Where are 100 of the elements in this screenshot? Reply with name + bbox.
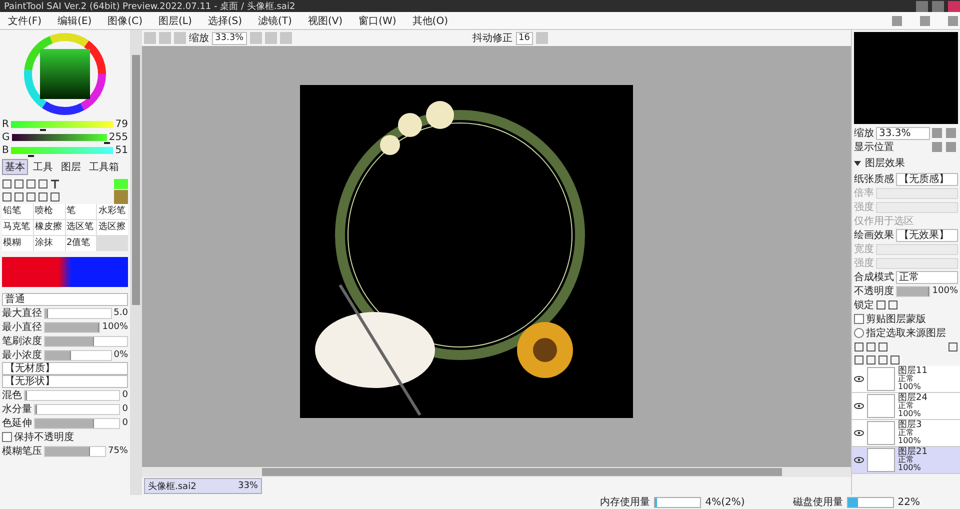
menu-item[interactable]: 编辑(E) (58, 14, 92, 28)
brush-tool[interactable]: 马克笔 (2, 220, 33, 235)
minimize-button[interactable] (892, 16, 902, 26)
blend-mode-dropdown[interactable]: 正常 (896, 270, 958, 284)
panel-tab[interactable]: 基本 (2, 159, 28, 175)
color-slider[interactable] (10, 121, 114, 128)
checkbox[interactable] (854, 328, 864, 338)
setting-slider[interactable] (44, 350, 112, 360)
zoom-in-button[interactable] (264, 32, 277, 44)
menu-item[interactable]: 窗口(W) (358, 14, 396, 28)
close-button[interactable] (948, 0, 960, 12)
section-title[interactable]: 图层效果 (863, 154, 907, 172)
setting-label: 强度 (854, 256, 874, 270)
brush-tool[interactable]: 2值笔 (66, 236, 96, 251)
zoom-field[interactable]: 33.3% (876, 126, 930, 140)
layer-row[interactable]: 图层21 正常 100% (852, 447, 960, 474)
menu-item[interactable]: 图层(L) (158, 14, 192, 28)
color-slider[interactable] (12, 134, 107, 141)
disk-label: 磁盘使用量 (792, 496, 843, 509)
brush-tool[interactable]: 选区擦 (97, 220, 128, 235)
brush-tool[interactable]: 橡皮擦 (34, 220, 64, 235)
checkbox[interactable] (2, 432, 12, 442)
layer-row[interactable]: 图层11 正常 100% (852, 366, 960, 393)
panel-tab[interactable]: 图层 (58, 159, 84, 175)
brush-tool[interactable]: 喷枪 (34, 204, 64, 219)
layer-name: 图层11 (898, 367, 928, 375)
maximize-button[interactable] (932, 0, 944, 12)
shape-dropdown[interactable]: 【无形状】 (2, 375, 128, 388)
eye-icon[interactable] (854, 376, 864, 382)
menu-item[interactable]: 其他(O) (412, 14, 448, 28)
setting-slider[interactable] (34, 418, 120, 428)
setting-slider[interactable] (44, 336, 128, 346)
restore-button[interactable] (920, 16, 930, 26)
checkbox-label: 仅作用于选区 (854, 214, 914, 228)
setting-label: 纸张质感 (854, 172, 894, 186)
color-slider[interactable] (10, 147, 114, 154)
texture-dropdown[interactable]: 【无材质】 (2, 362, 128, 375)
zoom-field[interactable]: 33.3% (212, 32, 247, 44)
text-tool-icon[interactable] (50, 178, 60, 188)
layer-mode: 正常 (898, 402, 915, 410)
channel-label: B (2, 145, 9, 156)
setting-slider[interactable] (24, 390, 120, 400)
reset-button[interactable] (280, 32, 292, 44)
brush-tool[interactable]: 铅笔 (2, 204, 33, 219)
scrollbar-thumb[interactable] (132, 55, 140, 305)
eye-icon[interactable] (854, 456, 864, 462)
brush-tool[interactable]: 水彩笔 (97, 204, 128, 219)
setting-label: 最小直径 (2, 320, 42, 334)
file-tab[interactable]: 头像框.sai2 33% (144, 478, 262, 494)
effect-dropdown[interactable]: 【无效果】 (896, 228, 958, 242)
setting-label: 强度 (854, 200, 874, 214)
brush-tool[interactable]: 模糊 (2, 236, 33, 251)
scrollbar-thumb[interactable] (262, 468, 782, 476)
menu-item[interactable]: 文件(F) (8, 14, 42, 28)
setting-label: 水分量 (2, 402, 32, 416)
layer-thumbnail (867, 394, 895, 418)
paper-dropdown[interactable]: 【无质感】 (896, 172, 958, 186)
menu-item[interactable]: 图像(C) (108, 14, 142, 28)
setting-value: 0 (122, 390, 128, 400)
setting-slider[interactable] (44, 308, 112, 318)
setting-label: 绘画效果 (854, 229, 894, 242)
setting-label: 笔刷浓度 (2, 334, 42, 348)
stabilizer-field[interactable]: 16 (516, 32, 533, 44)
memory-label: 内存使用量 (600, 496, 650, 509)
layer-row[interactable]: 图层24 正常 100% (852, 393, 960, 420)
layer-row[interactable]: 图层3 正常 100% (852, 420, 960, 447)
panel-tab[interactable]: 工具 (30, 159, 56, 175)
setting-value: 100% (102, 322, 128, 332)
angle-label: 显示位置 (854, 140, 894, 154)
eye-icon[interactable] (854, 430, 864, 436)
zoom-label: 缩放 (854, 126, 874, 140)
close-button[interactable] (948, 16, 958, 26)
color-swatch[interactable] (114, 190, 128, 204)
layer-name: 图层3 (898, 421, 922, 429)
menu-item[interactable]: 视图(V) (308, 14, 343, 28)
memory-value: 4%(2%) (705, 496, 745, 508)
zoom-out-button[interactable] (250, 32, 262, 44)
setting-slider[interactable] (44, 446, 106, 456)
checkbox-label: 剪贴图层蒙版 (866, 312, 926, 326)
layer-mode: 正常 (898, 456, 915, 464)
brush-tool[interactable]: 涂抹 (34, 236, 64, 251)
setting-slider[interactable] (44, 322, 100, 332)
brush-tool[interactable]: 笔 (66, 204, 96, 219)
brush-mode-dropdown[interactable]: 普通 (2, 293, 128, 306)
scratch-pad[interactable] (2, 257, 128, 287)
brush-tool[interactable]: 选区笔 (66, 220, 96, 235)
color-swatch[interactable] (114, 178, 128, 188)
panel-tab[interactable]: 工具箱 (86, 159, 122, 175)
eye-icon[interactable] (854, 402, 864, 408)
setting-slider[interactable] (34, 404, 120, 414)
opacity-slider[interactable] (896, 286, 930, 296)
caret-icon[interactable] (854, 160, 861, 166)
checkbox[interactable] (854, 314, 864, 324)
setting-value: 0 (122, 404, 128, 414)
setting-label: 最大直径 (2, 306, 42, 320)
menu-item[interactable]: 选择(S) (208, 14, 242, 28)
menu-item[interactable]: 滤镜(T) (258, 14, 292, 28)
window-title: PaintTool SAI Ver.2 (64bit) Preview.2022.07.11 - 桌面 / 头像框.sai2 (4, 0, 296, 12)
channel-label: G (2, 132, 10, 143)
minimize-button[interactable] (916, 0, 928, 12)
